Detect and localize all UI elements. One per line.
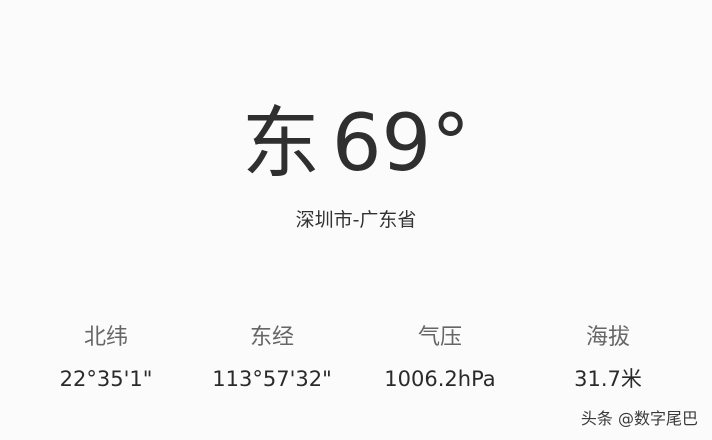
stat-latitude-value: 22°35'1" bbox=[59, 367, 153, 391]
stats-row: 北纬 22°35'1" 东经 113°57'32" 气压 1006.2hPa 海… bbox=[0, 322, 712, 402]
watermark: 头条 @数字尾巴 bbox=[580, 409, 698, 428]
stat-altitude-label: 海拔 bbox=[585, 325, 630, 350]
location-name: 深圳市-广东省 bbox=[295, 209, 417, 231]
stat-altitude-value: 31.7米 bbox=[574, 367, 642, 391]
compass-heading: 东 69° bbox=[0, 96, 712, 192]
stat-altitude: 海拔 31.7米 bbox=[528, 322, 688, 394]
heading-degrees: 69° bbox=[331, 99, 471, 189]
stat-latitude-label: 北纬 bbox=[83, 325, 128, 350]
stat-pressure-value: 1006.2hPa bbox=[384, 367, 496, 391]
heading-direction: 东 bbox=[241, 99, 320, 189]
stat-longitude-label: 东经 bbox=[249, 325, 294, 350]
stat-longitude-value: 113°57'32" bbox=[212, 367, 332, 391]
stat-pressure-label: 气压 bbox=[417, 325, 462, 350]
stat-pressure: 气压 1006.2hPa bbox=[360, 322, 520, 394]
stat-longitude: 东经 113°57'32" bbox=[192, 322, 352, 394]
stat-latitude: 北纬 22°35'1" bbox=[26, 322, 186, 394]
